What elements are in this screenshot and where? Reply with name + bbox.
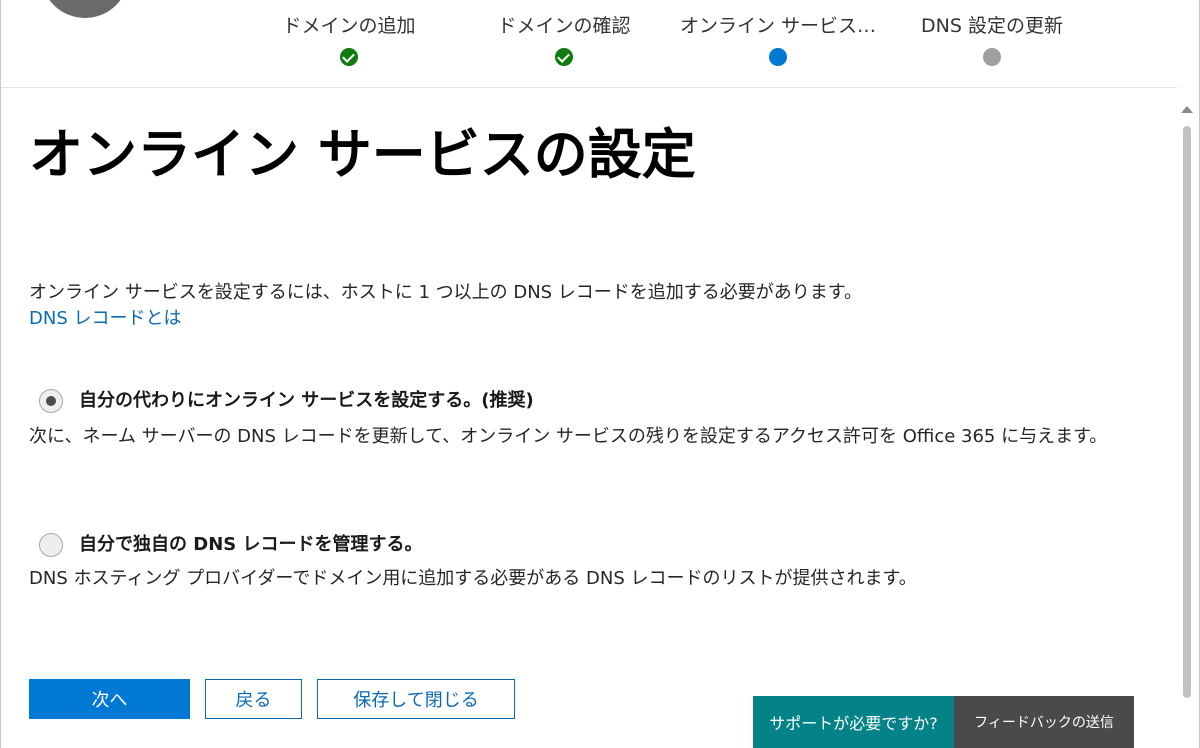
option-setup-for-me[interactable]: 自分の代わりにオンライン サービスを設定する。(推奨) bbox=[39, 388, 534, 414]
pending-step-dot-icon bbox=[983, 48, 1001, 66]
what-is-dns-record-link[interactable]: DNS レコードとは bbox=[29, 306, 181, 332]
scrollbar-thumb[interactable] bbox=[1183, 126, 1191, 698]
radio-button-selected[interactable] bbox=[39, 389, 63, 413]
step-add-domain: ドメインの追加 bbox=[249, 14, 449, 66]
save-and-close-button[interactable]: 保存して閉じる bbox=[317, 679, 515, 719]
step-label: ドメインの確認 bbox=[497, 15, 631, 37]
option-manage-own-dns[interactable]: 自分で独自の DNS レコードを管理する。 bbox=[39, 532, 423, 558]
radio-button[interactable] bbox=[39, 533, 63, 557]
option-label: 自分で独自の DNS レコードを管理する。 bbox=[79, 534, 423, 555]
intro-text: オンライン サービスを設定するには、ホストに 1 つ以上の DNS レコードを追… bbox=[29, 282, 863, 303]
check-circle-icon bbox=[555, 48, 573, 66]
step-label: DNS 設定の更新 bbox=[921, 15, 1063, 37]
page-title: オンライン サービスの設定 bbox=[29, 123, 696, 186]
step-label: ドメインの追加 bbox=[282, 15, 416, 37]
current-step-dot-icon bbox=[769, 48, 787, 66]
need-help-button[interactable]: サポートが必要ですか? bbox=[753, 696, 954, 748]
scroll-up-arrow-icon[interactable] bbox=[1181, 106, 1193, 113]
option-description: 次に、ネーム サーバーの DNS レコードを更新して、オンライン サービスの残り… bbox=[29, 426, 1108, 447]
send-feedback-button[interactable]: フィードバックの送信 bbox=[954, 696, 1134, 748]
next-button[interactable]: 次へ bbox=[29, 679, 190, 719]
step-verify-domain: ドメインの確認 bbox=[464, 14, 664, 66]
progress-stepper: ドメインの追加 ドメインの確認 オンライン サービス… DNS 設定の更新 bbox=[1, 0, 1177, 88]
vertical-scrollbar[interactable] bbox=[1175, 88, 1199, 748]
step-online-services: オンライン サービス… bbox=[678, 14, 878, 66]
step-label: オンライン サービス… bbox=[679, 15, 877, 37]
avatar bbox=[41, 0, 129, 18]
option-description: DNS ホスティング プロバイダーでドメイン用に追加する必要がある DNS レコ… bbox=[29, 568, 917, 589]
option-label: 自分の代わりにオンライン サービスを設定する。(推奨) bbox=[79, 390, 534, 411]
check-circle-icon bbox=[340, 48, 358, 66]
step-update-dns: DNS 設定の更新 bbox=[892, 14, 1092, 66]
back-button[interactable]: 戻る bbox=[205, 679, 302, 719]
setup-wizard-window: ドメインの追加 ドメインの確認 オンライン サービス… DNS 設定の更新 オン… bbox=[0, 0, 1200, 748]
